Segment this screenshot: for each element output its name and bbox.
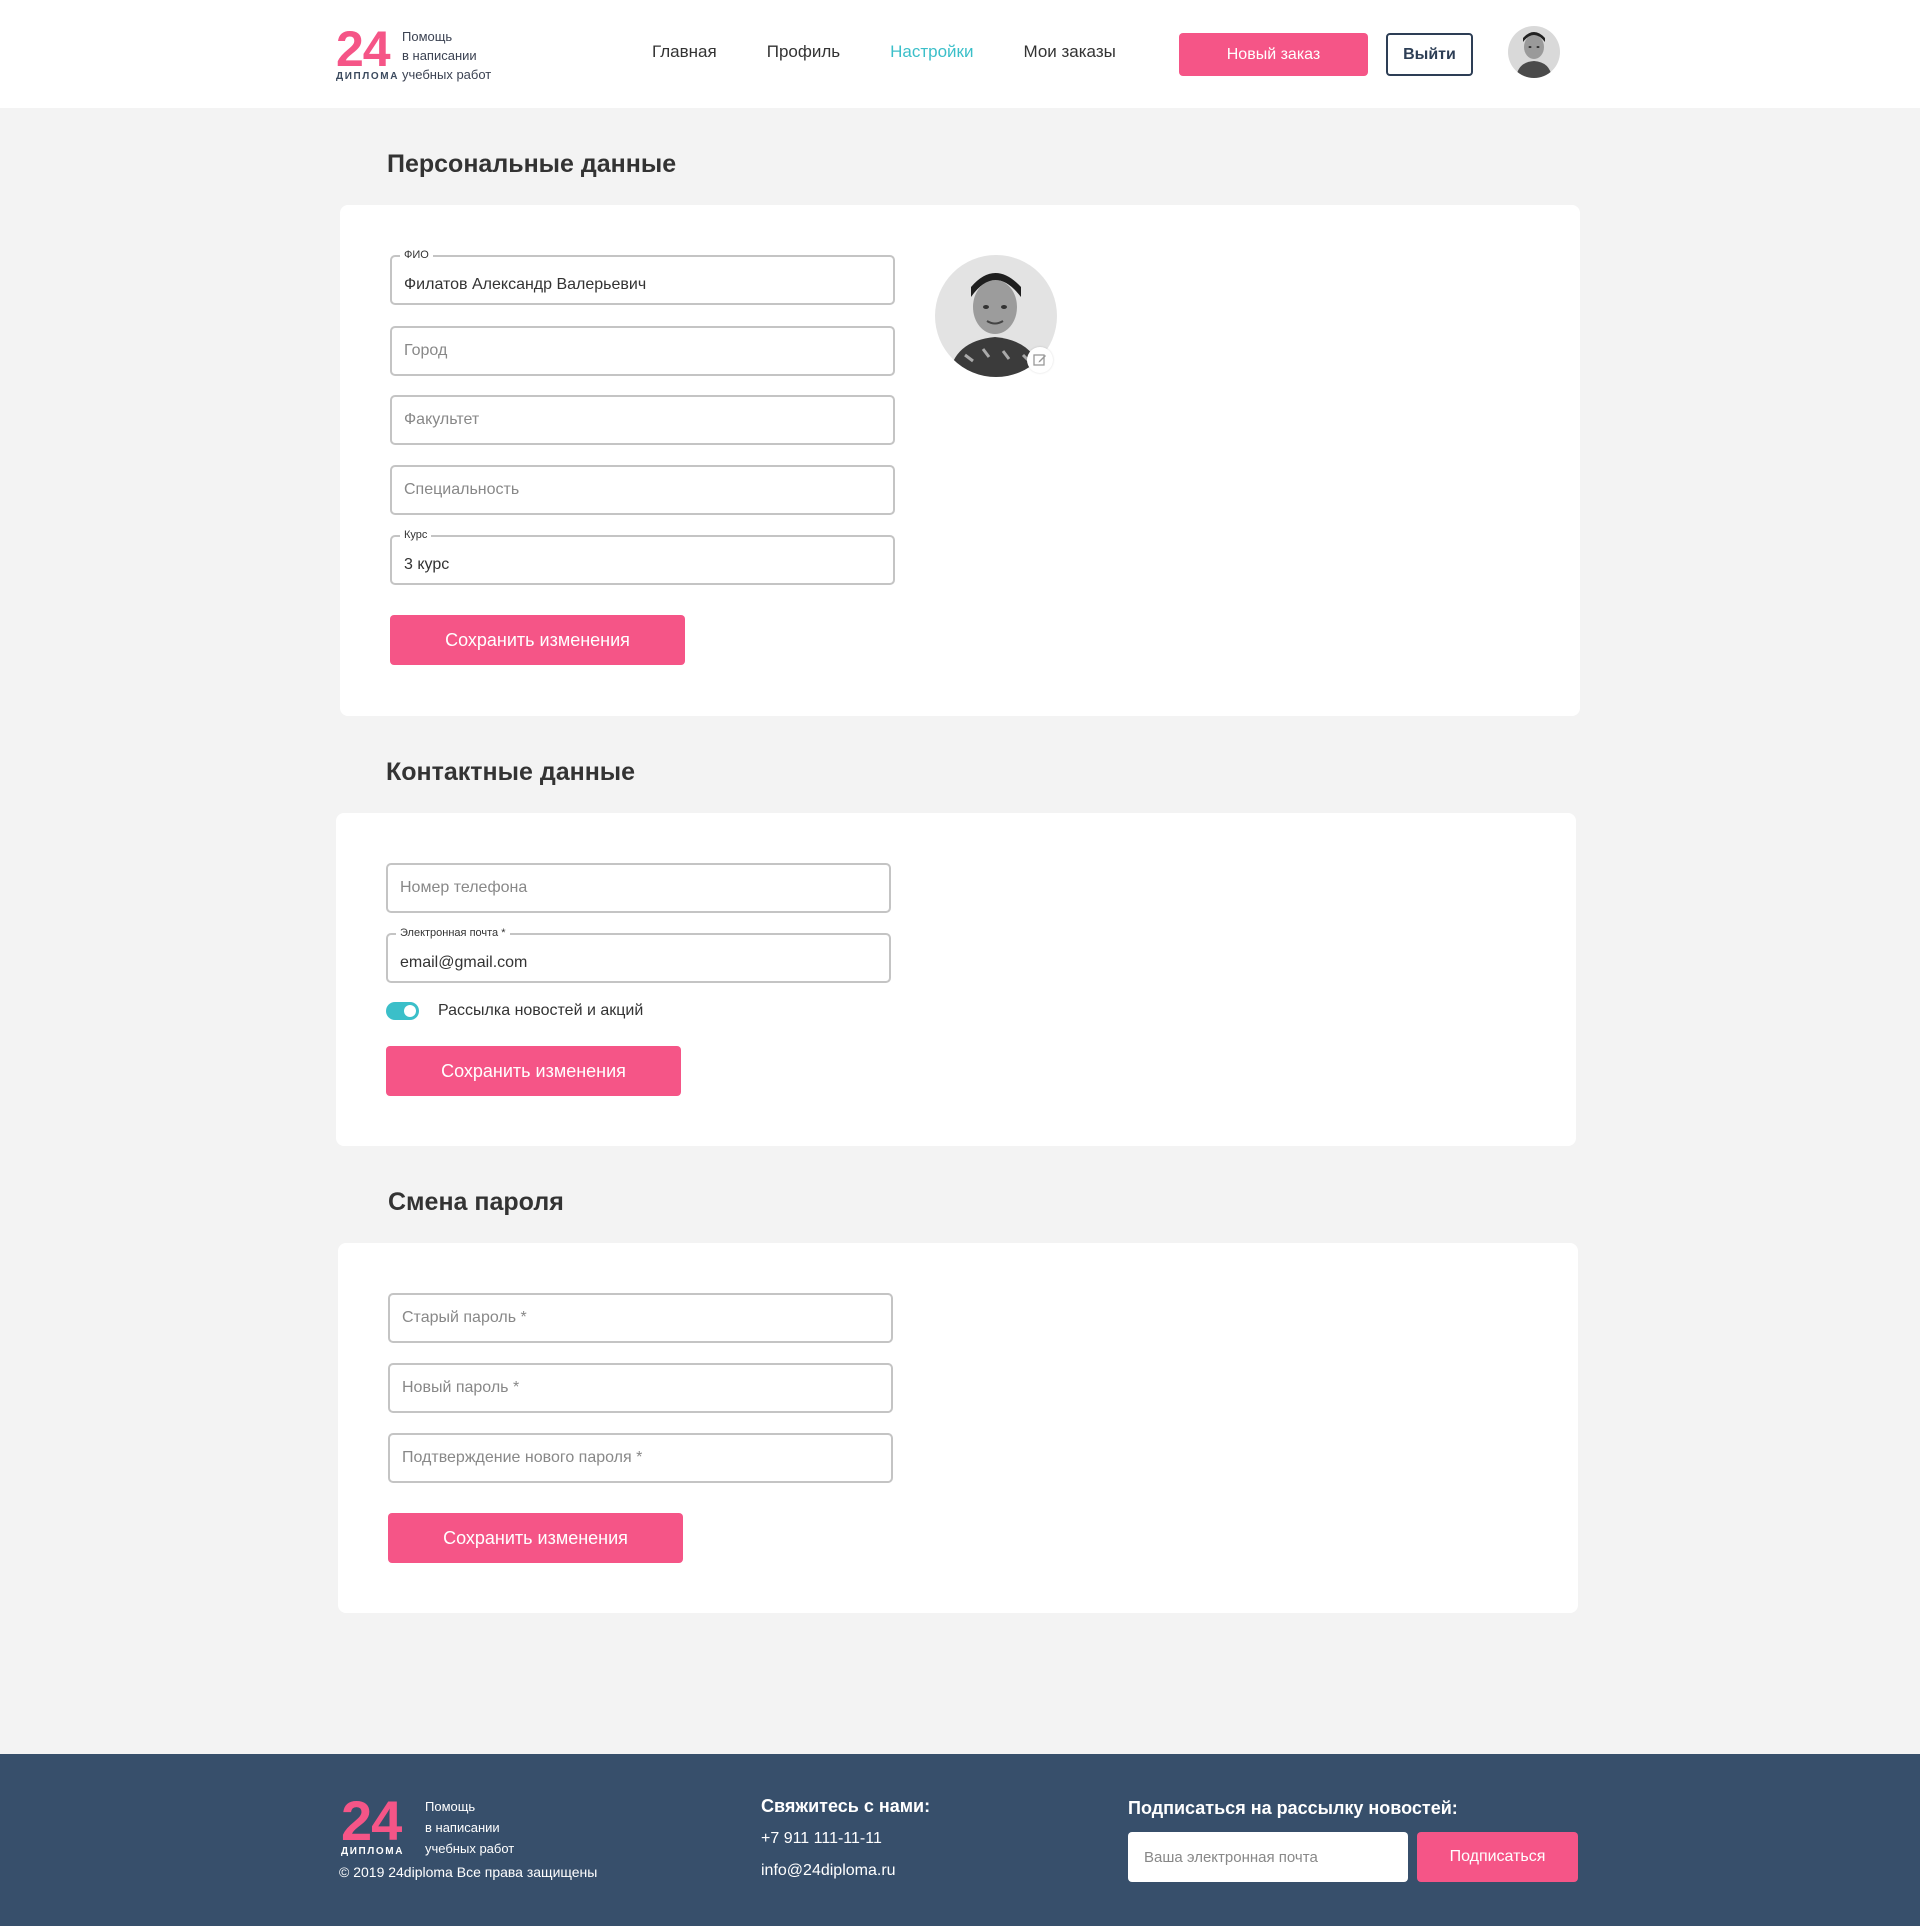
subscribe-heading: Подписаться на рассылку новостей: bbox=[1128, 1798, 1458, 1818]
logo-tagline: Помощь в написании учебных работ bbox=[402, 27, 491, 84]
edit-icon bbox=[1033, 354, 1046, 366]
course-field: Курс bbox=[390, 528, 895, 585]
new-password-input[interactable] bbox=[390, 1365, 891, 1411]
toggle-knob bbox=[404, 1005, 416, 1017]
contact-phone[interactable]: +7 911 111-11-11 bbox=[761, 1830, 882, 1848]
footer-logo[interactable]: 24 ДИПЛОМА Помощь в написании учебных ра… bbox=[341, 1789, 514, 1859]
nav-item-settings[interactable]: Настройки bbox=[890, 42, 973, 62]
logo-tagline-line: Помощь bbox=[425, 1799, 476, 1814]
subscribe-email-input[interactable] bbox=[1128, 1832, 1408, 1882]
logo-tagline-line: учебных работ bbox=[402, 67, 492, 82]
specialty-input[interactable] bbox=[392, 467, 893, 513]
logout-button[interactable]: Выйти bbox=[1386, 33, 1473, 76]
email-input[interactable] bbox=[388, 935, 889, 981]
user-avatar[interactable] bbox=[1508, 26, 1560, 78]
phone-input[interactable] bbox=[388, 865, 889, 911]
city-input[interactable] bbox=[392, 328, 893, 374]
faculty-input[interactable] bbox=[392, 397, 893, 443]
copyright: © 2019 24diploma Все права защищены bbox=[339, 1864, 598, 1880]
password-section-title: Смена пароля bbox=[388, 1188, 564, 1216]
logo-number: 24 bbox=[341, 1789, 402, 1852]
header-logo[interactable]: 24 ДИПЛОМА Помощь в написании учебных ра… bbox=[336, 21, 491, 84]
subscribe-button[interactable]: Подписаться bbox=[1417, 1832, 1578, 1882]
site-footer: 24 ДИПЛОМА Помощь в написании учебных ра… bbox=[0, 1754, 1920, 1926]
old-password-field bbox=[388, 1293, 893, 1343]
logo-word: ДИПЛОМА bbox=[341, 1846, 405, 1857]
personal-save-button[interactable]: Сохранить изменения bbox=[390, 615, 685, 665]
logo-tagline-line: учебных работ bbox=[425, 1841, 515, 1856]
contact-email[interactable]: info@24diploma.ru bbox=[761, 1862, 896, 1880]
contacts-card: Электронная почта * Рассылка новостей и … bbox=[336, 813, 1576, 1146]
newsletter-label: Рассылка новостей и акций bbox=[438, 1002, 644, 1019]
confirm-password-field bbox=[388, 1433, 893, 1483]
course-input[interactable] bbox=[392, 537, 893, 583]
site-header: 24 ДИПЛОМА Помощь в написании учебных ра… bbox=[0, 0, 1920, 108]
confirm-password-input[interactable] bbox=[390, 1435, 891, 1481]
email-label: Электронная почта * bbox=[396, 926, 510, 940]
nav-item-home[interactable]: Главная bbox=[652, 42, 717, 62]
logo-number: 24 bbox=[336, 21, 391, 77]
newsletter-toggle[interactable] bbox=[386, 1002, 419, 1020]
faculty-field bbox=[390, 395, 895, 445]
new-order-button[interactable]: Новый заказ bbox=[1179, 33, 1368, 76]
logo-mark: 24 ДИПЛОМА bbox=[336, 21, 400, 82]
course-label: Курс bbox=[400, 528, 432, 542]
personal-card: ФИО Курс Сохранить изменения bbox=[340, 205, 1580, 716]
nav-item-profile[interactable]: Профиль bbox=[767, 42, 840, 62]
email-field: Электронная почта * bbox=[386, 926, 891, 983]
logo-word: ДИПЛОМА bbox=[336, 71, 400, 82]
main-nav: Главная Профиль Настройки Мои заказы bbox=[652, 42, 1166, 62]
phone-field bbox=[386, 863, 891, 913]
fio-input[interactable] bbox=[392, 257, 893, 303]
contacts-save-button[interactable]: Сохранить изменения bbox=[386, 1046, 681, 1096]
city-field bbox=[390, 326, 895, 376]
password-card: Сохранить изменения bbox=[338, 1243, 1578, 1613]
logo-tagline-line: в написании bbox=[425, 1820, 500, 1835]
contact-heading: Свяжитесь с нами: bbox=[761, 1796, 931, 1816]
nav-item-orders[interactable]: Мои заказы bbox=[1023, 42, 1115, 62]
fio-label: ФИО bbox=[400, 248, 433, 262]
logo-tagline: Помощь в написании учебных работ bbox=[425, 1796, 514, 1859]
password-save-button[interactable]: Сохранить изменения bbox=[388, 1513, 683, 1563]
specialty-field bbox=[390, 465, 895, 515]
contacts-section-title: Контактные данные bbox=[386, 758, 636, 786]
logo-tagline-line: Помощь bbox=[402, 29, 453, 44]
old-password-input[interactable] bbox=[390, 1295, 891, 1341]
logo-mark: 24 ДИПЛОМА bbox=[341, 1789, 425, 1858]
edit-photo-button[interactable] bbox=[1027, 347, 1053, 373]
logo-tagline-line: в написании bbox=[402, 48, 477, 63]
personal-section-title: Персональные данные bbox=[387, 150, 677, 178]
avatar-photo-icon bbox=[1508, 26, 1560, 78]
fio-field: ФИО bbox=[390, 248, 895, 305]
new-password-field bbox=[388, 1363, 893, 1413]
